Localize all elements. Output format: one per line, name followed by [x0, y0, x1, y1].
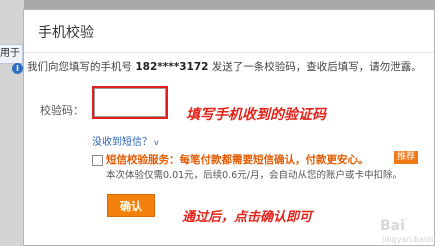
- annotation-fill-code: 填写手机收到的验证码: [186, 107, 326, 123]
- dialog-header: 手机校验: [24, 10, 434, 53]
- chevron-down-icon[interactable]: v: [154, 138, 159, 147]
- annotation-after-pass: 通过后，点击确认即可: [182, 210, 313, 225]
- resend-link[interactable]: 没收到短信？ v: [92, 133, 159, 148]
- sms-service-title: 短信校验服务：每笔付款都需要短信确认，付款更安心。: [106, 154, 369, 166]
- info-icon: i: [12, 63, 23, 74]
- recommend-badge: 推荐: [394, 151, 419, 164]
- confirm-button[interactable]: 确认: [107, 194, 155, 217]
- baidu-watermark-url: jingyan.baidu.com: [382, 235, 435, 244]
- masked-phone-number: 182****3172: [135, 61, 209, 73]
- info-prefix: 我们向您填写的手机号: [27, 61, 132, 73]
- code-input[interactable]: [92, 86, 168, 119]
- dialog-title: 手机校验: [38, 25, 94, 41]
- background-page: [0, 0, 24, 246]
- info-suffix: 发送了一条校验码，查收后填写，请勿泄露。: [211, 61, 422, 73]
- background-top-bar: [0, 0, 435, 9]
- sms-service-checkbox[interactable]: [92, 155, 103, 166]
- sms-service-description: 本次体验仅需0.01元，后续0.6元/月，会自动从您的账户或卡中扣除。: [106, 170, 402, 181]
- info-message: i 我们向您填写的手机号 182****3172 发送了一条校验码，查收后填写，请…: [12, 59, 422, 74]
- code-label: 校验码：: [40, 104, 84, 117]
- baidu-watermark-logo: Bai: [380, 218, 405, 234]
- resend-link-label[interactable]: 没收到短信？: [92, 137, 152, 148]
